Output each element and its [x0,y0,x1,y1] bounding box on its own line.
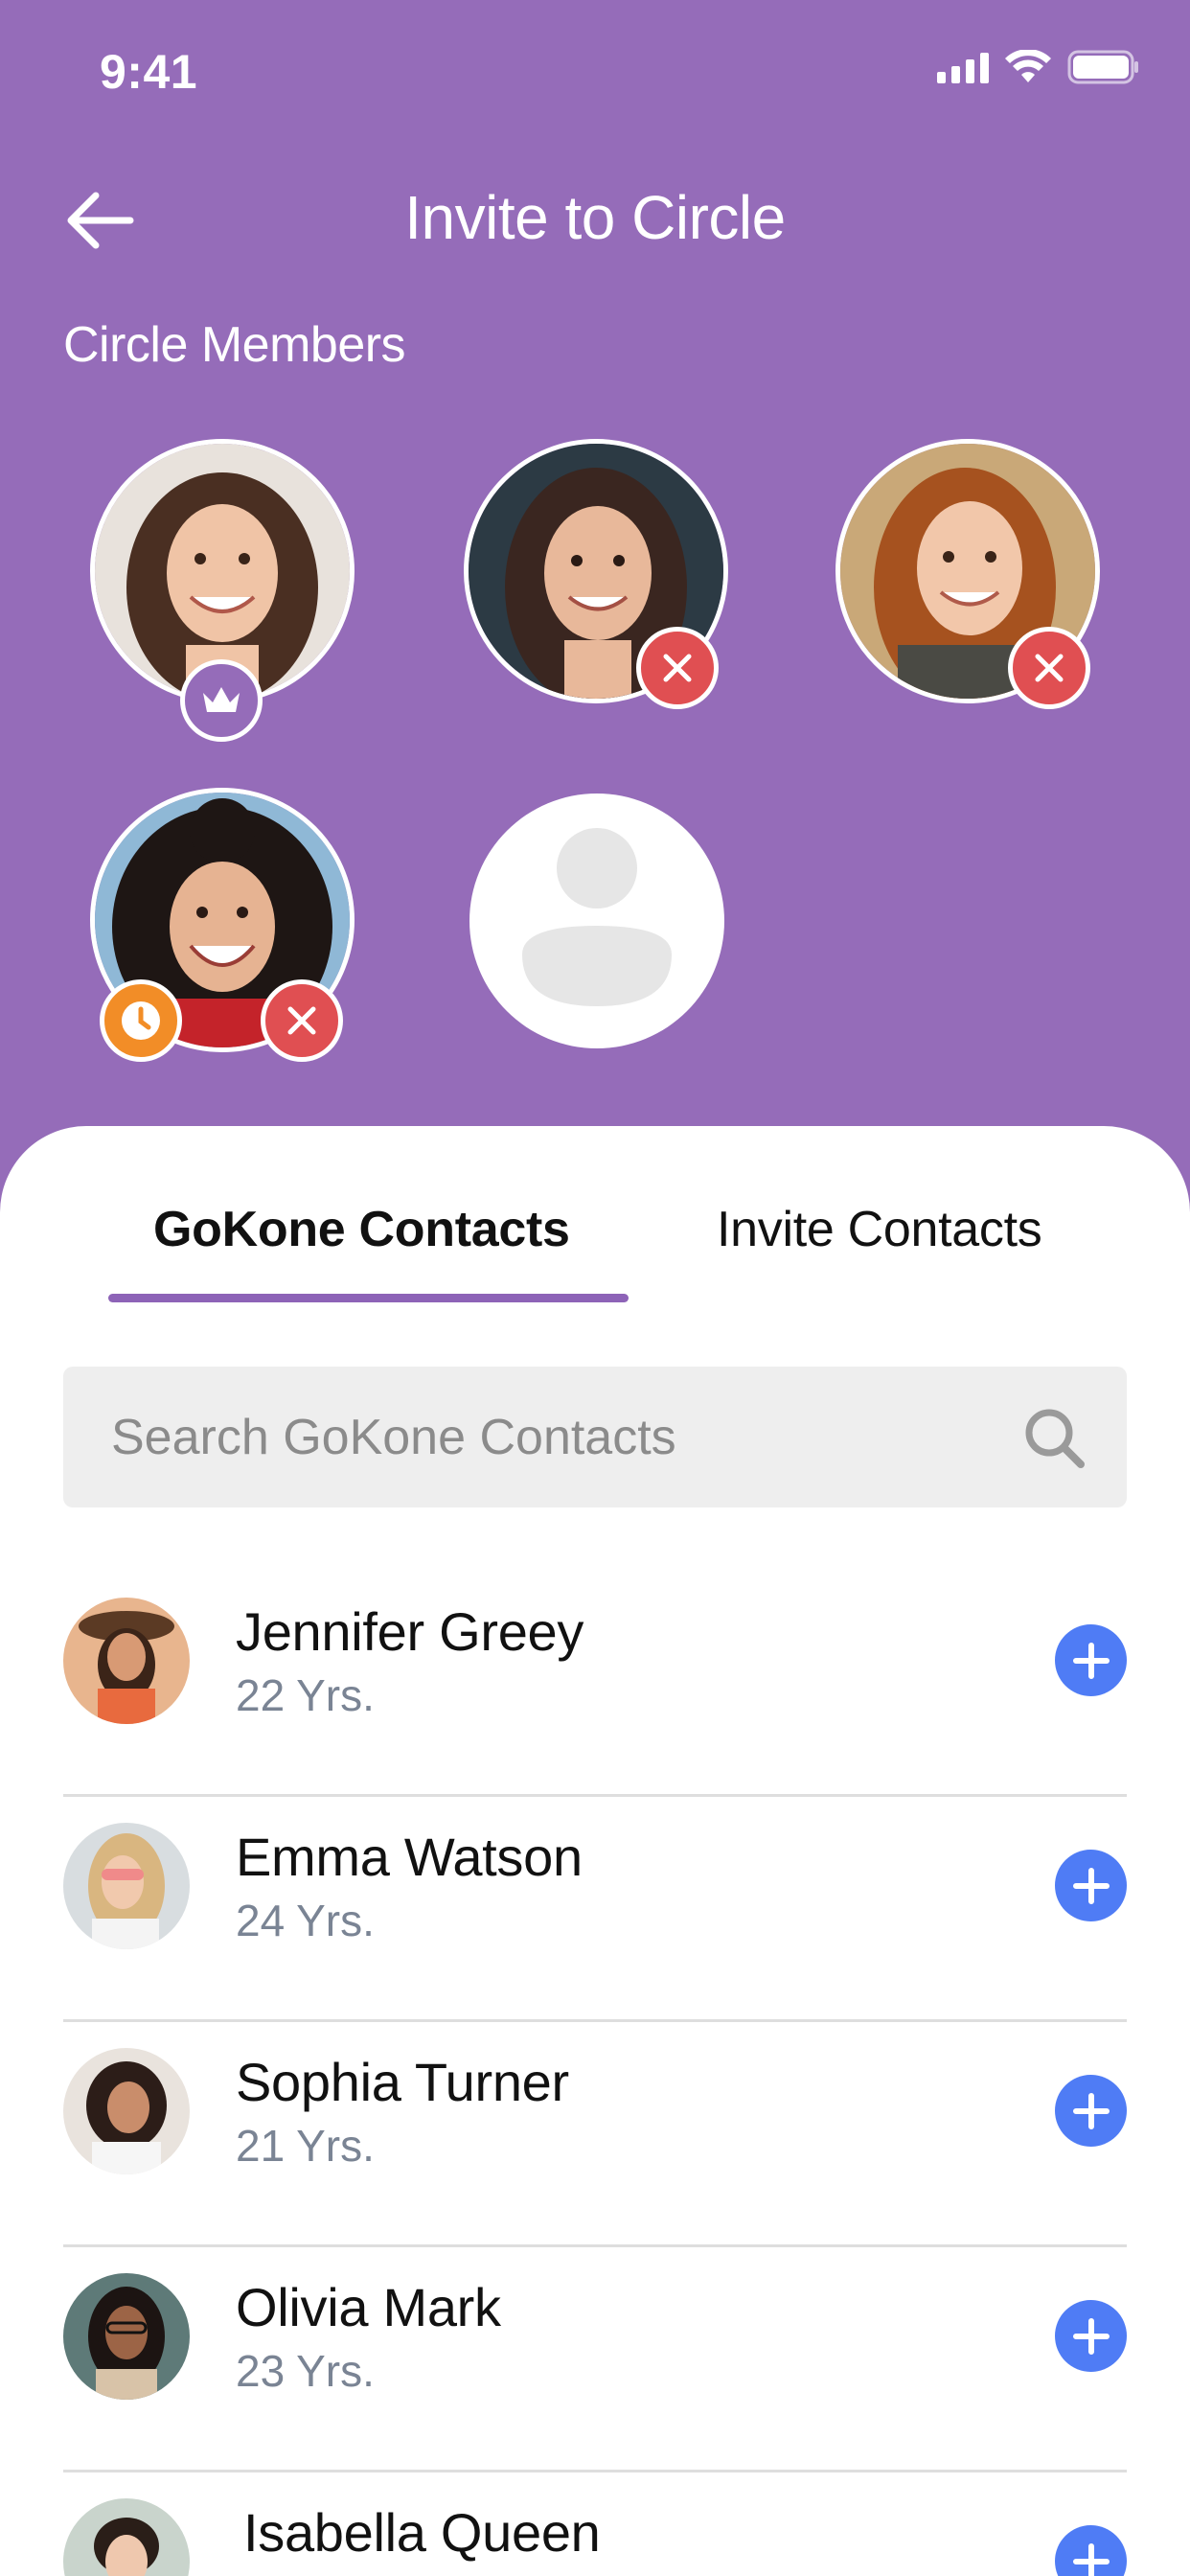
plus-icon [1072,2092,1110,2129]
empty-member-slot[interactable] [469,794,724,1048]
contact-row[interactable]: Emma Watson 24 Yrs. [63,1797,1127,2022]
active-tab-indicator [108,1294,629,1302]
status-time: 9:41 [100,45,198,99]
header: 9:41 Invite to Circle Circle Members [0,0,1190,1188]
add-contact-button[interactable] [1055,2300,1127,2372]
avatar [63,1823,190,1949]
search-bar[interactable] [63,1367,1127,1507]
avatar [63,1598,190,1724]
contact-name: Emma Watson [236,1827,583,1887]
contact-name: Sophia Turner [236,2052,569,2112]
page-title: Invite to Circle [404,183,786,252]
tab-gokone-contacts[interactable]: GoKone Contacts [153,1201,570,1258]
plus-icon [1072,1867,1110,1904]
section-title: Circle Members [63,317,406,373]
owner-crown-badge [180,659,263,742]
contact-name: Olivia Mark [236,2277,501,2337]
circle-member-3[interactable] [835,439,1100,709]
contact-age: 23 Yrs. [236,2346,375,2396]
close-icon [287,1006,316,1035]
contacts-sheet: GoKone Contacts Invite Contacts Jennifer… [0,1126,1190,2576]
add-contact-button[interactable] [1055,1850,1127,1921]
contact-age: 24 Yrs. [236,1896,375,1945]
contact-age: 22 Yrs. [236,1670,375,1720]
contact-row[interactable]: Jennifer Greey 22 Yrs. [63,1572,1127,1797]
add-contact-button[interactable] [1055,1624,1127,1696]
remove-member-button[interactable] [636,627,719,709]
plus-icon [1072,2542,1110,2576]
wifi-icon [1005,50,1051,82]
crown-icon [203,687,240,712]
signal-icon [937,51,989,83]
circle-member-1[interactable] [90,439,355,742]
battery-icon [1067,50,1138,84]
contact-row[interactable]: Sophia Turner 21 Yrs. [63,2022,1127,2247]
plus-icon [1072,1642,1110,1679]
remove-member-button[interactable] [1008,627,1090,709]
contact-name: Jennifer Greey [236,1601,584,1662]
remove-member-button[interactable] [261,979,343,1062]
avatar [63,2048,190,2174]
circle-member-2[interactable] [464,439,728,709]
contact-name: Isabella Queen [243,2502,601,2563]
contact-age: 21 Yrs. [236,2121,375,2171]
circle-member-4[interactable] [90,788,355,1062]
search-input[interactable] [111,1367,973,1507]
avatar [63,2498,190,2576]
plus-icon [1072,2317,1110,2355]
pending-invite-badge [100,979,182,1062]
contact-row[interactable]: Olivia Mark 23 Yrs. [63,2247,1127,2472]
add-contact-button[interactable] [1055,2525,1127,2576]
clock-icon [122,1001,160,1040]
close-icon [663,654,692,682]
close-icon [1035,654,1064,682]
avatar [63,2273,190,2400]
search-icon[interactable] [1021,1405,1088,1472]
person-placeholder-icon [469,794,724,1048]
tab-invite-contacts[interactable]: Invite Contacts [717,1201,1042,1258]
add-contact-button[interactable] [1055,2075,1127,2147]
contact-row[interactable]: Isabella Queen [63,2472,1127,2576]
status-icons [937,50,1140,84]
